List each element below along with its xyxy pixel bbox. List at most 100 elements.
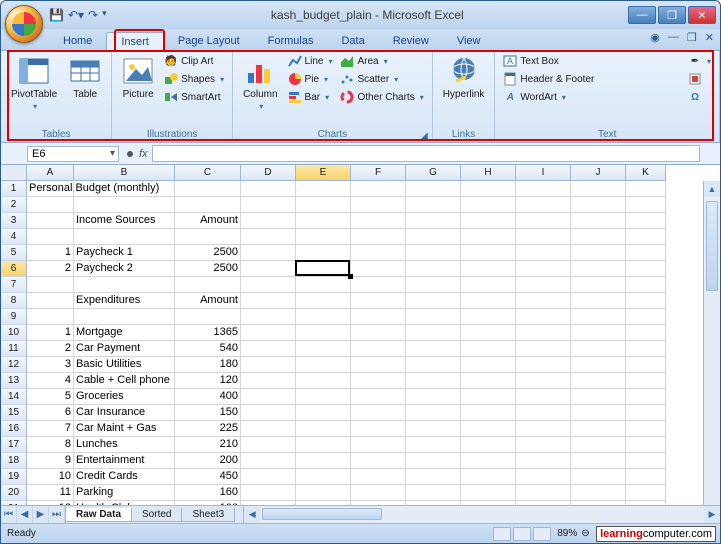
- pie-chart-button[interactable]: Pie: [286, 71, 335, 87]
- cell[interactable]: [74, 197, 175, 213]
- cell[interactable]: [516, 405, 571, 421]
- cell[interactable]: 450: [175, 469, 241, 485]
- cell[interactable]: [571, 453, 626, 469]
- row-header[interactable]: 3: [1, 213, 27, 229]
- page-break-view-button[interactable]: [533, 527, 551, 541]
- cell[interactable]: Parking: [74, 485, 175, 501]
- cell[interactable]: [516, 373, 571, 389]
- cell[interactable]: [626, 437, 666, 453]
- row-header[interactable]: 6: [1, 261, 27, 277]
- cell[interactable]: [516, 421, 571, 437]
- cell[interactable]: [296, 261, 351, 277]
- cell[interactable]: [296, 389, 351, 405]
- cell[interactable]: [296, 309, 351, 325]
- textbox-button[interactable]: AText Box: [501, 53, 596, 69]
- row-header[interactable]: 4: [1, 229, 27, 245]
- cell[interactable]: [351, 485, 406, 501]
- cell[interactable]: 9: [27, 453, 74, 469]
- cell[interactable]: 2: [27, 341, 74, 357]
- sheet-tab[interactable]: Sheet3: [181, 508, 235, 522]
- cell[interactable]: Income Sources: [74, 213, 175, 229]
- headerfooter-button[interactable]: Header & Footer: [501, 71, 596, 87]
- cell[interactable]: [351, 469, 406, 485]
- cell[interactable]: [461, 197, 516, 213]
- cell[interactable]: 8: [27, 437, 74, 453]
- cell[interactable]: [241, 213, 296, 229]
- column-header[interactable]: F: [351, 165, 406, 181]
- row-header[interactable]: 13: [1, 373, 27, 389]
- tab-review[interactable]: Review: [379, 32, 443, 50]
- cell[interactable]: [27, 293, 74, 309]
- row-header[interactable]: 15: [1, 405, 27, 421]
- cell[interactable]: [406, 357, 461, 373]
- cell[interactable]: [296, 485, 351, 501]
- cell[interactable]: [406, 405, 461, 421]
- cell[interactable]: 225: [175, 421, 241, 437]
- cell[interactable]: [175, 181, 241, 197]
- bar-chart-button[interactable]: Bar: [286, 89, 335, 105]
- cell[interactable]: [241, 197, 296, 213]
- cell[interactable]: [351, 181, 406, 197]
- cell[interactable]: [461, 389, 516, 405]
- cell[interactable]: [461, 325, 516, 341]
- row-header[interactable]: 10: [1, 325, 27, 341]
- cell[interactable]: [351, 245, 406, 261]
- cell[interactable]: [461, 453, 516, 469]
- cell[interactable]: [626, 261, 666, 277]
- cell[interactable]: 5: [27, 389, 74, 405]
- restore-workbook-icon[interactable]: ❐: [687, 31, 697, 44]
- row-header[interactable]: 2: [1, 197, 27, 213]
- cell[interactable]: 7: [27, 421, 74, 437]
- row-header[interactable]: 5: [1, 245, 27, 261]
- cell[interactable]: [296, 245, 351, 261]
- cell[interactable]: 2500: [175, 245, 241, 261]
- cell[interactable]: [27, 197, 74, 213]
- cell[interactable]: [516, 197, 571, 213]
- cell[interactable]: [296, 197, 351, 213]
- cell[interactable]: [241, 245, 296, 261]
- close-workbook-icon[interactable]: ✕: [705, 31, 714, 44]
- cell[interactable]: [461, 229, 516, 245]
- table-button[interactable]: Table: [65, 53, 105, 102]
- cell[interactable]: [461, 405, 516, 421]
- cell[interactable]: [296, 357, 351, 373]
- cell[interactable]: [516, 245, 571, 261]
- cell[interactable]: [571, 357, 626, 373]
- cell[interactable]: [351, 437, 406, 453]
- first-sheet-icon[interactable]: ⏮: [1, 506, 17, 523]
- tab-home[interactable]: Home: [49, 32, 106, 50]
- cell[interactable]: [516, 277, 571, 293]
- cell[interactable]: [571, 277, 626, 293]
- save-icon[interactable]: 💾: [49, 8, 64, 22]
- cell[interactable]: [516, 357, 571, 373]
- cell[interactable]: [626, 293, 666, 309]
- cell[interactable]: [351, 325, 406, 341]
- cell[interactable]: [461, 437, 516, 453]
- cell[interactable]: 2: [27, 261, 74, 277]
- cell[interactable]: [406, 277, 461, 293]
- cell[interactable]: [241, 261, 296, 277]
- cells-area[interactable]: Personal Budget (monthly)Income SourcesA…: [27, 181, 720, 523]
- cell[interactable]: [296, 277, 351, 293]
- redo-icon[interactable]: ↷: [88, 8, 98, 22]
- cell[interactable]: Expenditures: [74, 293, 175, 309]
- prev-sheet-icon[interactable]: ◀: [17, 506, 33, 523]
- cell[interactable]: [351, 197, 406, 213]
- undo-icon[interactable]: ↶▾: [68, 8, 84, 22]
- cell[interactable]: [516, 389, 571, 405]
- cell[interactable]: Car Payment: [74, 341, 175, 357]
- tab-page-layout[interactable]: Page Layout: [164, 32, 254, 50]
- cell[interactable]: [406, 453, 461, 469]
- line-chart-button[interactable]: Line: [286, 53, 335, 69]
- cell[interactable]: 1: [27, 325, 74, 341]
- cell[interactable]: [296, 373, 351, 389]
- cell[interactable]: [626, 325, 666, 341]
- cell[interactable]: [296, 469, 351, 485]
- cell[interactable]: [406, 213, 461, 229]
- cell[interactable]: 11: [27, 485, 74, 501]
- cell[interactable]: [406, 341, 461, 357]
- cell[interactable]: [351, 213, 406, 229]
- cell[interactable]: [406, 421, 461, 437]
- row-header[interactable]: 17: [1, 437, 27, 453]
- cell[interactable]: [626, 405, 666, 421]
